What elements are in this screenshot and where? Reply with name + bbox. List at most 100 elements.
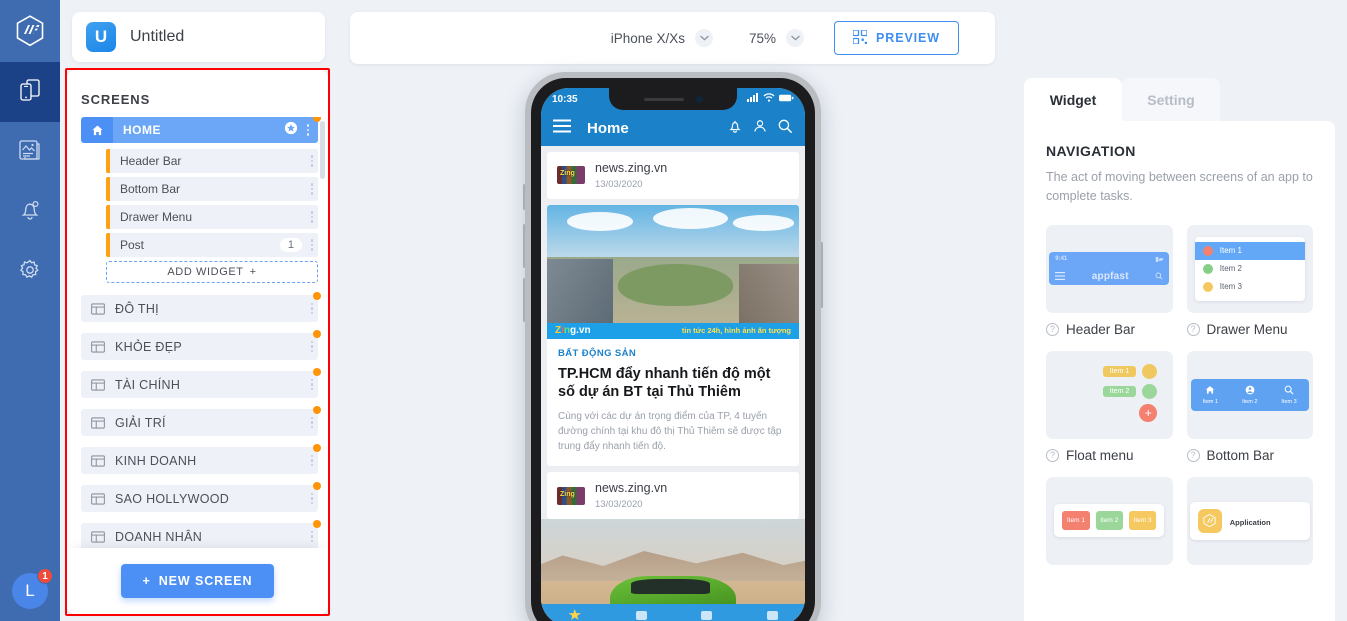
bell-icon[interactable]	[727, 118, 743, 139]
account-icon[interactable]	[752, 118, 768, 139]
float-item-dot	[1142, 363, 1158, 379]
widget-row[interactable]: Post 1	[106, 233, 318, 257]
sidebar-item-settings[interactable]	[0, 242, 60, 302]
widget-thumb: Item 1 Item 2 Item 3	[1046, 476, 1173, 565]
widget-card-tabs[interactable]: Item 1 Item 2 Item 3	[1046, 476, 1173, 565]
kebab-menu-icon[interactable]	[302, 124, 314, 136]
screen-row[interactable]: GIẢI TRÍ	[81, 406, 321, 436]
kebab-menu-icon[interactable]	[306, 454, 318, 467]
screens-scroll-area[interactable]: HOME Header Bar Bottom Bar Drawer Menu P…	[67, 117, 328, 548]
phone-speaker	[643, 97, 684, 101]
tabs-thumbnail: Item 1 Item 2 Item 3	[1054, 504, 1165, 538]
kebab-menu-icon[interactable]	[306, 183, 318, 195]
float-item-pill: Item 2	[1102, 385, 1137, 397]
widget-card-label: Drawer Menu	[1206, 321, 1288, 337]
phone-feed[interactable]: news.zing.vn 13/03/2020	[541, 152, 805, 621]
search-icon	[1284, 385, 1294, 397]
kebab-menu-icon[interactable]	[306, 378, 318, 391]
screen-row[interactable]: TÀI CHÍNH	[81, 368, 321, 398]
help-icon[interactable]: ?	[1046, 448, 1059, 462]
preview-button[interactable]: PREVIEW	[834, 21, 959, 55]
screen-row[interactable]: ĐÔ THỊ	[81, 292, 321, 322]
sidebar-item-notifications[interactable]	[0, 182, 60, 242]
drawer-item-dot	[1202, 263, 1213, 274]
add-widget-button[interactable]: ADD WIDGET +	[106, 261, 318, 283]
zing-logo: Zing.vn	[555, 325, 591, 336]
widget-card-bottom-bar[interactable]: Item 1 Item 2 Item 3 ? Bottom Bar	[1186, 350, 1313, 463]
home-icon	[81, 117, 113, 143]
screen-row-label: KHỎE ĐẸP	[115, 339, 182, 354]
bottom-bar-item-icon[interactable]	[701, 610, 713, 620]
widget-card-header-bar[interactable]: 9:41 ▮▰ appfast ? Header Bar	[1046, 224, 1173, 337]
screen-row-label: DOANH NHÂN	[115, 529, 203, 544]
drawer-item-dot	[1202, 281, 1213, 292]
zoom-selector[interactable]: 75%	[749, 29, 805, 47]
screen-row[interactable]: KHỎE ĐẸP	[81, 330, 321, 360]
star-icon[interactable]	[284, 121, 298, 140]
screen-row[interactable]: DOANH NHÂN	[81, 520, 321, 548]
kebab-menu-icon[interactable]	[306, 340, 318, 353]
widget-row[interactable]: Drawer Menu	[106, 205, 318, 229]
screen-row-label: KINH DOANH	[115, 453, 197, 468]
drawer-item: Item 2	[1195, 260, 1305, 278]
preview-button-label: PREVIEW	[876, 31, 940, 45]
widget-card-drawer-menu[interactable]: Item 1 Item 2 Item 3 ? Drawer Menu	[1186, 224, 1313, 337]
header-bar-thumbnail: 9:41 ▮▰ appfast	[1049, 252, 1170, 286]
kebab-menu-icon[interactable]	[306, 416, 318, 429]
sidebar-item-media[interactable]	[0, 122, 60, 182]
screen-row-home[interactable]: HOME	[81, 117, 321, 143]
sidebar-item-devices[interactable]	[0, 62, 60, 122]
kebab-menu-icon[interactable]	[306, 492, 318, 505]
widget-row[interactable]: Header Bar	[106, 149, 318, 173]
kebab-menu-icon[interactable]	[306, 302, 318, 315]
phone-app-bar-title: Home	[587, 119, 629, 137]
screens-scrollbar[interactable]	[320, 121, 325, 179]
phone-bezel: 10:35 Home Zing news.zing.vn 13/03/2020 …	[531, 78, 815, 621]
right-panel: Widget Setting NAVIGATION The act of mov…	[1010, 0, 1347, 621]
article-category: BẤT ĐỘNG SẢN	[558, 347, 637, 359]
bottom-bar-item-icon[interactable]	[635, 610, 647, 620]
appfast-hexagon-logo-icon[interactable]	[0, 0, 60, 62]
tab-setting[interactable]: Setting	[1122, 78, 1220, 121]
application-thumbnail: Application	[1189, 501, 1310, 540]
bottom-bar-item-icon[interactable]	[766, 610, 778, 620]
project-header[interactable]: U Untitled	[72, 12, 325, 62]
zing-logo-suffix: .vn	[576, 325, 591, 337]
user-avatar[interactable]: L 1	[12, 568, 53, 609]
star-icon[interactable]	[568, 609, 581, 620]
plus-icon: +	[142, 574, 151, 588]
widget-card-application[interactable]: Application	[1186, 476, 1313, 565]
hamburger-menu-icon[interactable]	[553, 119, 571, 138]
post-source: news.zing.vn	[595, 481, 668, 496]
feed-article-card[interactable]: Zing.vn tin tức 24h, hình ảnh ấn tượng B…	[547, 204, 799, 467]
device-selector-value: iPhone X/Xs	[610, 30, 686, 46]
feed-post-card[interactable]: news.zing.vn 13/03/2020	[547, 472, 799, 519]
unsaved-indicator-dot	[313, 330, 321, 338]
search-icon[interactable]	[777, 118, 793, 139]
phone-screen[interactable]: 10:35 Home Zing news.zing.vn 13/03/2020 …	[541, 88, 805, 621]
feed-post-card[interactable]: news.zing.vn 13/03/2020	[547, 152, 799, 199]
phone-bottom-bar[interactable]	[541, 604, 805, 621]
zoom-selector-value: 75%	[749, 30, 777, 46]
help-icon[interactable]: ?	[1186, 448, 1200, 462]
kebab-menu-icon[interactable]	[306, 239, 318, 251]
help-icon[interactable]: ?	[1046, 322, 1059, 336]
kebab-menu-icon[interactable]	[306, 155, 318, 167]
widget-grid: 9:41 ▮▰ appfast ? Header Bar Item 1 Item…	[1046, 224, 1313, 565]
screen-row[interactable]: SAO HOLLYWOOD	[81, 482, 321, 512]
help-icon[interactable]: ?	[1186, 322, 1200, 336]
screen-row[interactable]: KINH DOANH	[81, 444, 321, 474]
zing-thumbnail-icon	[557, 166, 585, 185]
screen-row-label: SAO HOLLYWOOD	[115, 491, 230, 506]
screens-panel: SCREENS HOME Header Bar Bottom Bar Drawe…	[67, 70, 328, 614]
new-screen-button[interactable]: + NEW SCREEN	[120, 564, 275, 598]
chevron-down-icon	[786, 29, 805, 47]
widget-row[interactable]: Bottom Bar	[106, 177, 318, 201]
device-selector[interactable]: iPhone X/Xs	[610, 29, 714, 47]
widget-card-float-menu[interactable]: Item 1 Item 2 + ? Float menu	[1046, 350, 1173, 463]
tab-widget[interactable]: Widget	[1024, 78, 1122, 121]
signal-bars-icon	[747, 93, 759, 105]
kebab-menu-icon[interactable]	[306, 530, 318, 543]
section-description: The act of moving between screens of an …	[1046, 170, 1313, 204]
kebab-menu-icon[interactable]	[306, 211, 318, 223]
